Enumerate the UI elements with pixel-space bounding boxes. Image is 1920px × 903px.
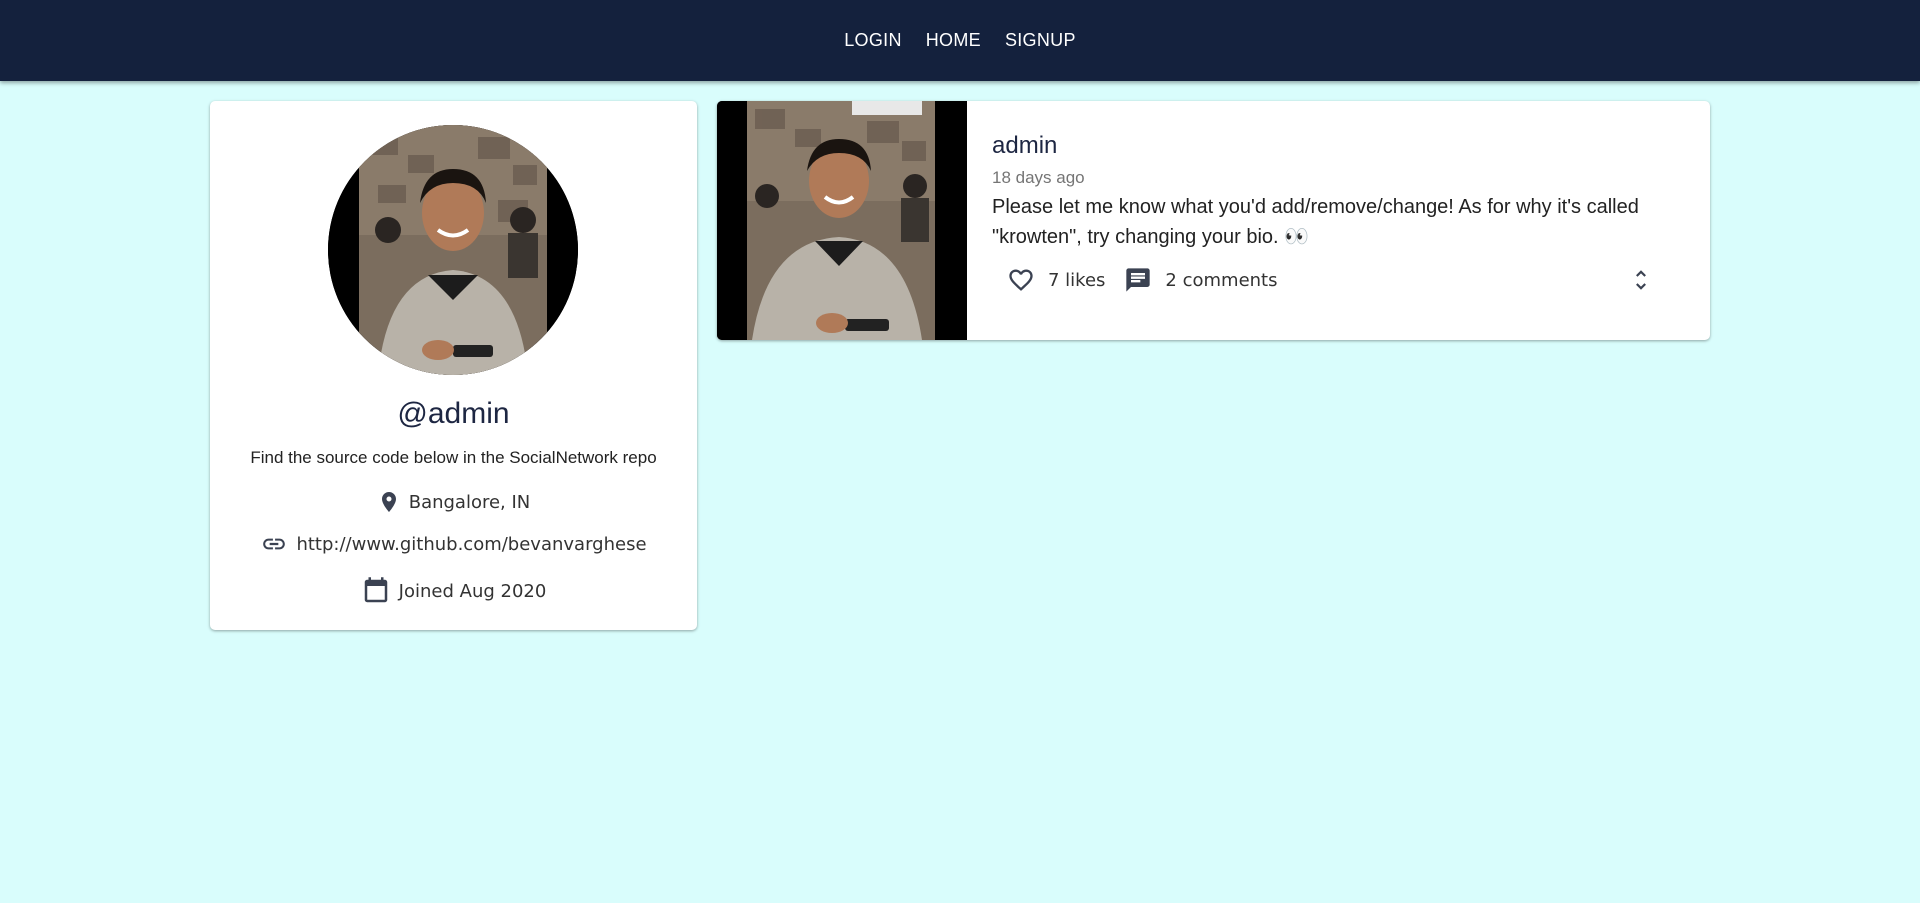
heart-outline-icon — [1009, 269, 1033, 291]
post-card: admin 18 days ago Please let me know wha… — [717, 101, 1710, 340]
post-username[interactable]: admin — [992, 132, 1057, 160]
profile-handle[interactable]: @admin — [210, 397, 697, 431]
top-navbar: LOGIN HOME SIGNUP — [0, 0, 1920, 81]
calendar-icon — [364, 577, 387, 603]
website-link[interactable]: http://www.github.com/bevanvarghese — [296, 534, 646, 555]
profile-joined: Joined Aug 2020 — [210, 575, 697, 607]
like-button[interactable] — [1002, 261, 1040, 299]
post-timestamp: 18 days ago — [992, 168, 1085, 187]
profile-website: http://www.github.com/bevanvarghese — [210, 529, 697, 559]
joined-text: Joined Aug 2020 — [398, 580, 547, 602]
comments-count: 2 comments — [1165, 269, 1278, 291]
location-text: Bangalore, IN — [408, 491, 531, 513]
link-icon — [263, 538, 286, 550]
nav-login-button[interactable]: LOGIN — [832, 24, 914, 57]
avatar — [328, 125, 578, 375]
profile-location: Bangalore, IN — [210, 487, 697, 517]
likes-count: 7 likes — [1048, 269, 1106, 291]
comment-icon — [1126, 268, 1151, 292]
nav-home-button[interactable]: HOME — [914, 24, 993, 57]
location-pin-icon — [381, 492, 396, 512]
post-body: Please let me know what you'd add/remove… — [992, 196, 1639, 248]
profile-card: @admin Find the source code below in the… — [210, 101, 697, 630]
post-photo — [717, 101, 967, 340]
post-user-image — [717, 101, 967, 340]
comment-button[interactable] — [1119, 261, 1157, 299]
unfold-more-icon — [1636, 270, 1646, 290]
expand-post-button[interactable] — [1622, 261, 1660, 299]
avatar-photo — [328, 125, 578, 375]
post-actions: 7 likes 2 comments — [1002, 261, 1292, 299]
nav-signup-button[interactable]: SIGNUP — [993, 24, 1088, 57]
profile-bio: Find the source code below in the Social… — [250, 448, 657, 467]
